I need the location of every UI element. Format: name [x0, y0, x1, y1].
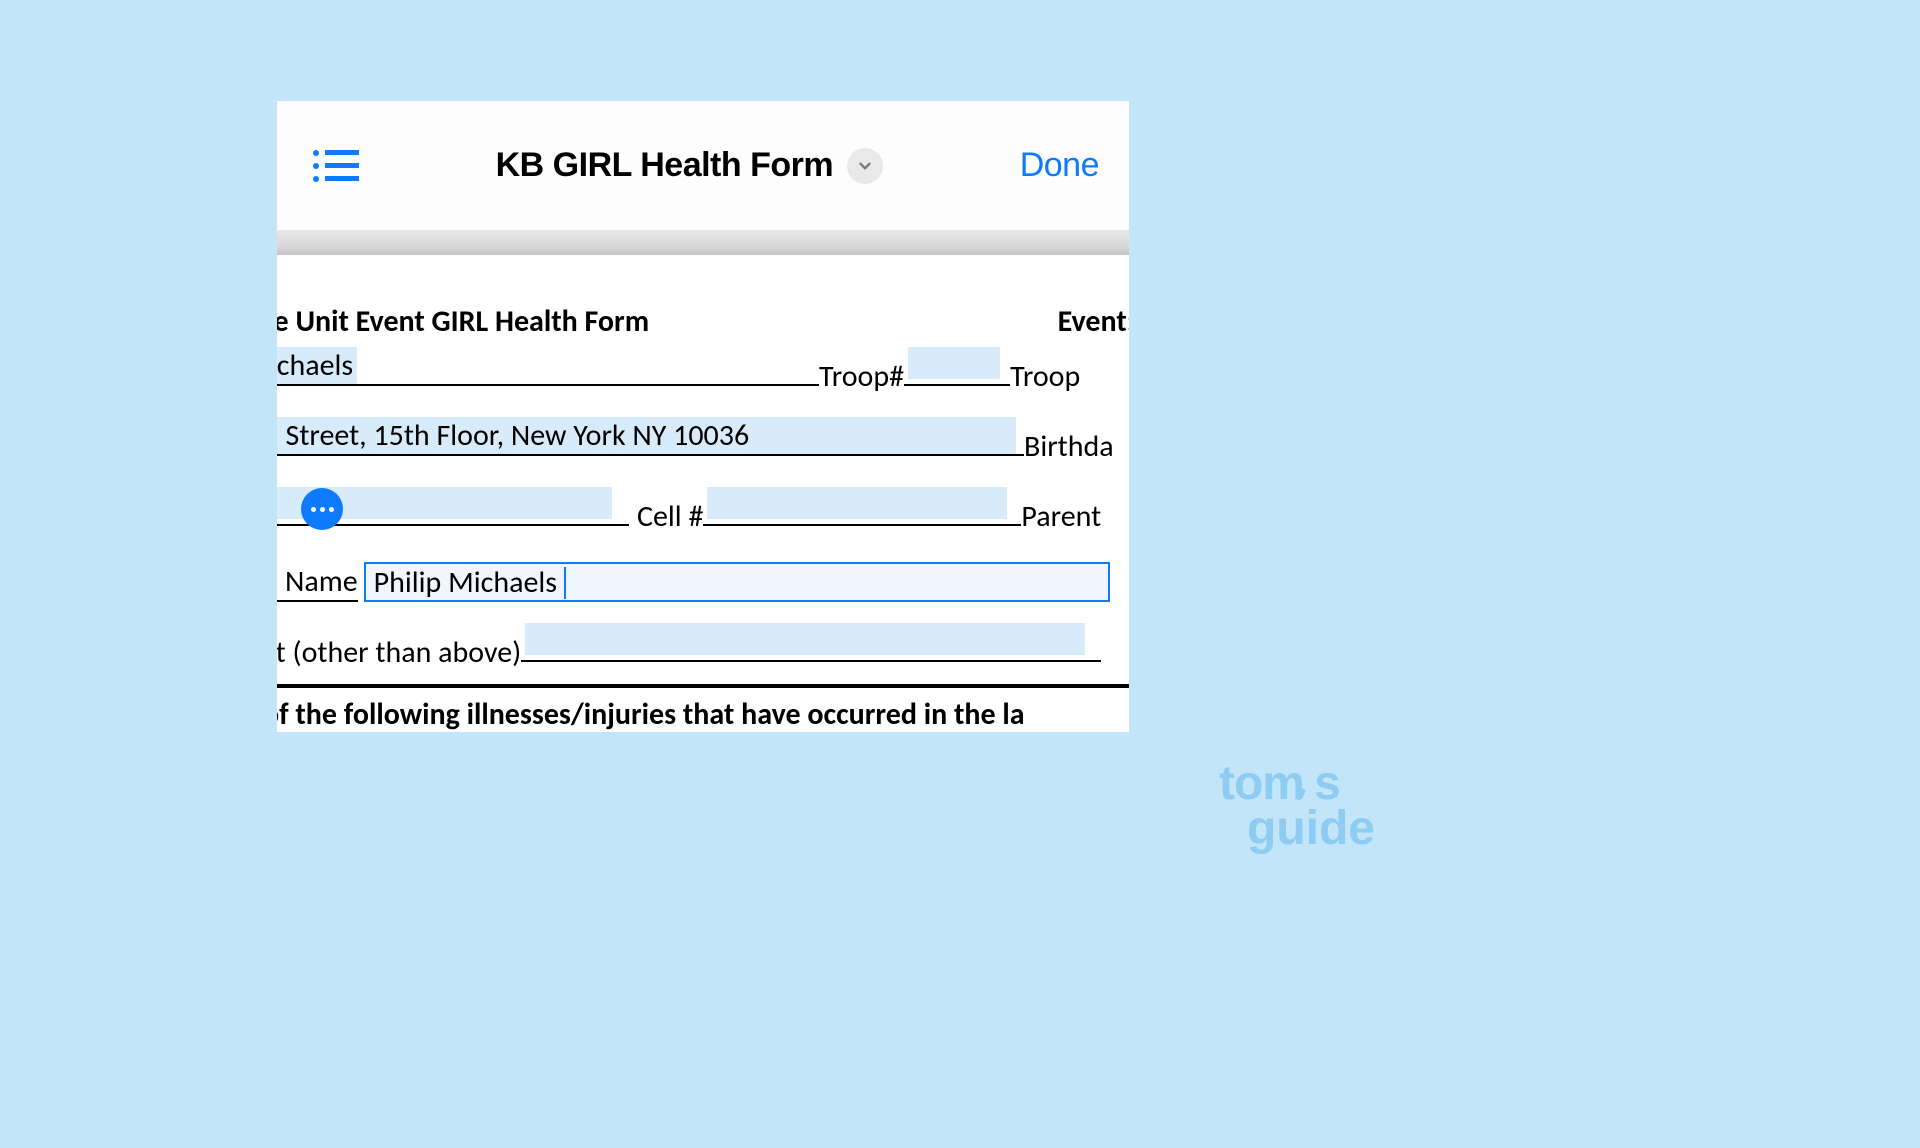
troop-number-field[interactable]: [904, 350, 1010, 386]
cell-label: Cell #: [637, 498, 703, 535]
form-row-address: d Street, 15th Floor, New York NY 10036 …: [277, 420, 1129, 468]
form-header: ce Unit Event GIRL Health Form Event:: [277, 303, 1129, 340]
contact-label-partial: ct (other than above): [277, 634, 521, 671]
form-row-emergency-contact: ct (other than above): [277, 626, 1129, 674]
toolbar: KB GIRL Health Form Done: [277, 101, 1129, 231]
event-label: Event:: [1058, 303, 1129, 340]
parent-name-input[interactable]: Philip Michaels: [364, 562, 1110, 602]
toolbar-shadow: [277, 231, 1129, 255]
watermark-logo: tom,s guide: [1219, 761, 1375, 852]
document-body: ce Unit Event GIRL Health Form Event: li…: [277, 255, 1129, 732]
pdf-viewer-window: KB GIRL Health Form Done ce Unit Event G…: [277, 101, 1129, 732]
illness-instruction-partial: of the following illnesses/injuries that…: [277, 696, 1129, 732]
form-title-partial: ce Unit Event GIRL Health Form: [277, 303, 649, 340]
chevron-down-icon[interactable]: [847, 148, 883, 184]
done-button[interactable]: Done: [1020, 146, 1099, 185]
girl-name-field[interactable]: lichaels: [277, 350, 819, 386]
form-row-phone: Cell # Parent: [277, 490, 1129, 538]
address-value: d Street, 15th Floor, New York NY 10036: [277, 417, 1016, 454]
birthday-label-partial: Birthda: [1024, 428, 1114, 465]
name-label: Name: [277, 563, 358, 602]
parent-name-value: Philip Michaels: [374, 564, 557, 601]
form-row-parent-name: Name Philip Michaels: [277, 562, 1129, 602]
section-divider: [277, 684, 1129, 688]
troop-label-partial: Troop: [1010, 358, 1080, 395]
girl-name-value: lichaels: [277, 347, 357, 384]
more-options-icon[interactable]: [301, 488, 343, 530]
troop-number-label: Troop#: [819, 358, 904, 395]
contact-field[interactable]: [521, 626, 1101, 662]
cell-field[interactable]: [703, 490, 1021, 526]
list-icon[interactable]: [313, 150, 359, 182]
address-field[interactable]: d Street, 15th Floor, New York NY 10036: [277, 420, 1024, 456]
watermark-line2: guide: [1247, 806, 1375, 852]
form-row-name-troop: lichaels Troop# Troop: [277, 350, 1129, 398]
title-group: KB GIRL Health Form: [359, 146, 1020, 185]
parent-label-partial: Parent: [1021, 498, 1101, 535]
page-canvas: KB GIRL Health Form Done ce Unit Event G…: [0, 0, 1405, 878]
document-title: KB GIRL Health Form: [496, 146, 833, 185]
